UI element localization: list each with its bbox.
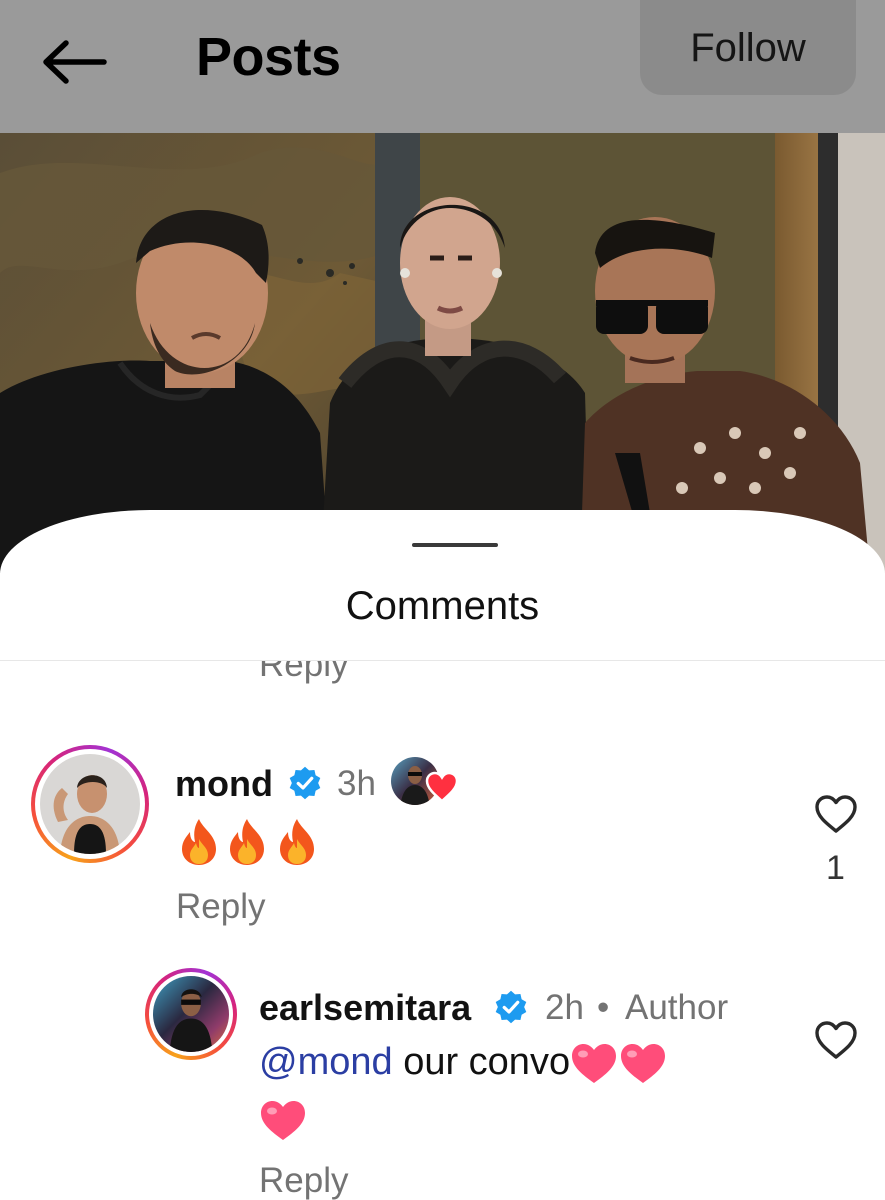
comment-username[interactable]: earlsemitara xyxy=(259,987,471,1029)
pink-heart-emoji xyxy=(572,1043,617,1083)
comment-username[interactable]: mond xyxy=(175,763,273,805)
instagram-comments-screen: Posts Follow Comments Reply mond 3h Repl… xyxy=(0,0,885,1200)
comment-text-body: our convo xyxy=(392,1041,571,1083)
follow-button[interactable]: Follow xyxy=(640,0,856,95)
verified-badge-icon xyxy=(289,766,321,800)
fire-emoji xyxy=(280,819,314,865)
sheet-drag-handle[interactable] xyxy=(412,543,498,547)
like-count: 1 xyxy=(826,849,845,887)
reply-button[interactable]: Reply xyxy=(176,887,265,927)
fire-emoji xyxy=(230,819,264,865)
comments-list[interactable]: Reply mond 3h Reply 1 earlsemitara 2h • … xyxy=(0,661,885,1200)
avatar[interactable] xyxy=(31,745,149,863)
post-photo-image xyxy=(0,133,885,573)
avatar[interactable] xyxy=(145,968,237,1060)
mention-link[interactable]: @mond xyxy=(259,1041,393,1083)
comments-sheet: Comments Reply mond 3h Reply 1 earlsemit… xyxy=(0,510,885,1200)
heart-icon[interactable] xyxy=(813,1018,859,1062)
page-title: Posts xyxy=(196,27,341,87)
comment-text-continuation xyxy=(259,1098,307,1143)
avatar-image xyxy=(40,754,140,854)
back-button[interactable] xyxy=(38,36,110,88)
comment-text xyxy=(176,817,322,867)
fire-emoji xyxy=(182,819,216,865)
sheet-title: Comments xyxy=(345,584,540,628)
reply-button[interactable]: Reply xyxy=(259,661,348,685)
author-liked-heart-icon xyxy=(391,757,459,805)
pink-heart-emoji xyxy=(621,1043,666,1083)
verified-badge-icon xyxy=(495,990,527,1024)
top-bar: Posts Follow xyxy=(0,0,885,133)
comment-text: @mond our convo xyxy=(259,1041,668,1086)
heart-icon[interactable] xyxy=(813,792,859,836)
pink-heart-emoji xyxy=(261,1100,305,1140)
arrow-left-icon xyxy=(43,40,107,84)
comment-time: 3h xyxy=(337,764,376,803)
avatar-image xyxy=(153,976,229,1052)
post-photo[interactable] xyxy=(0,133,885,573)
comment-time: 2h xyxy=(545,988,584,1027)
meta-separator: • xyxy=(597,988,610,1027)
author-badge: Author xyxy=(625,988,729,1027)
reply-button[interactable]: Reply xyxy=(259,1161,348,1200)
